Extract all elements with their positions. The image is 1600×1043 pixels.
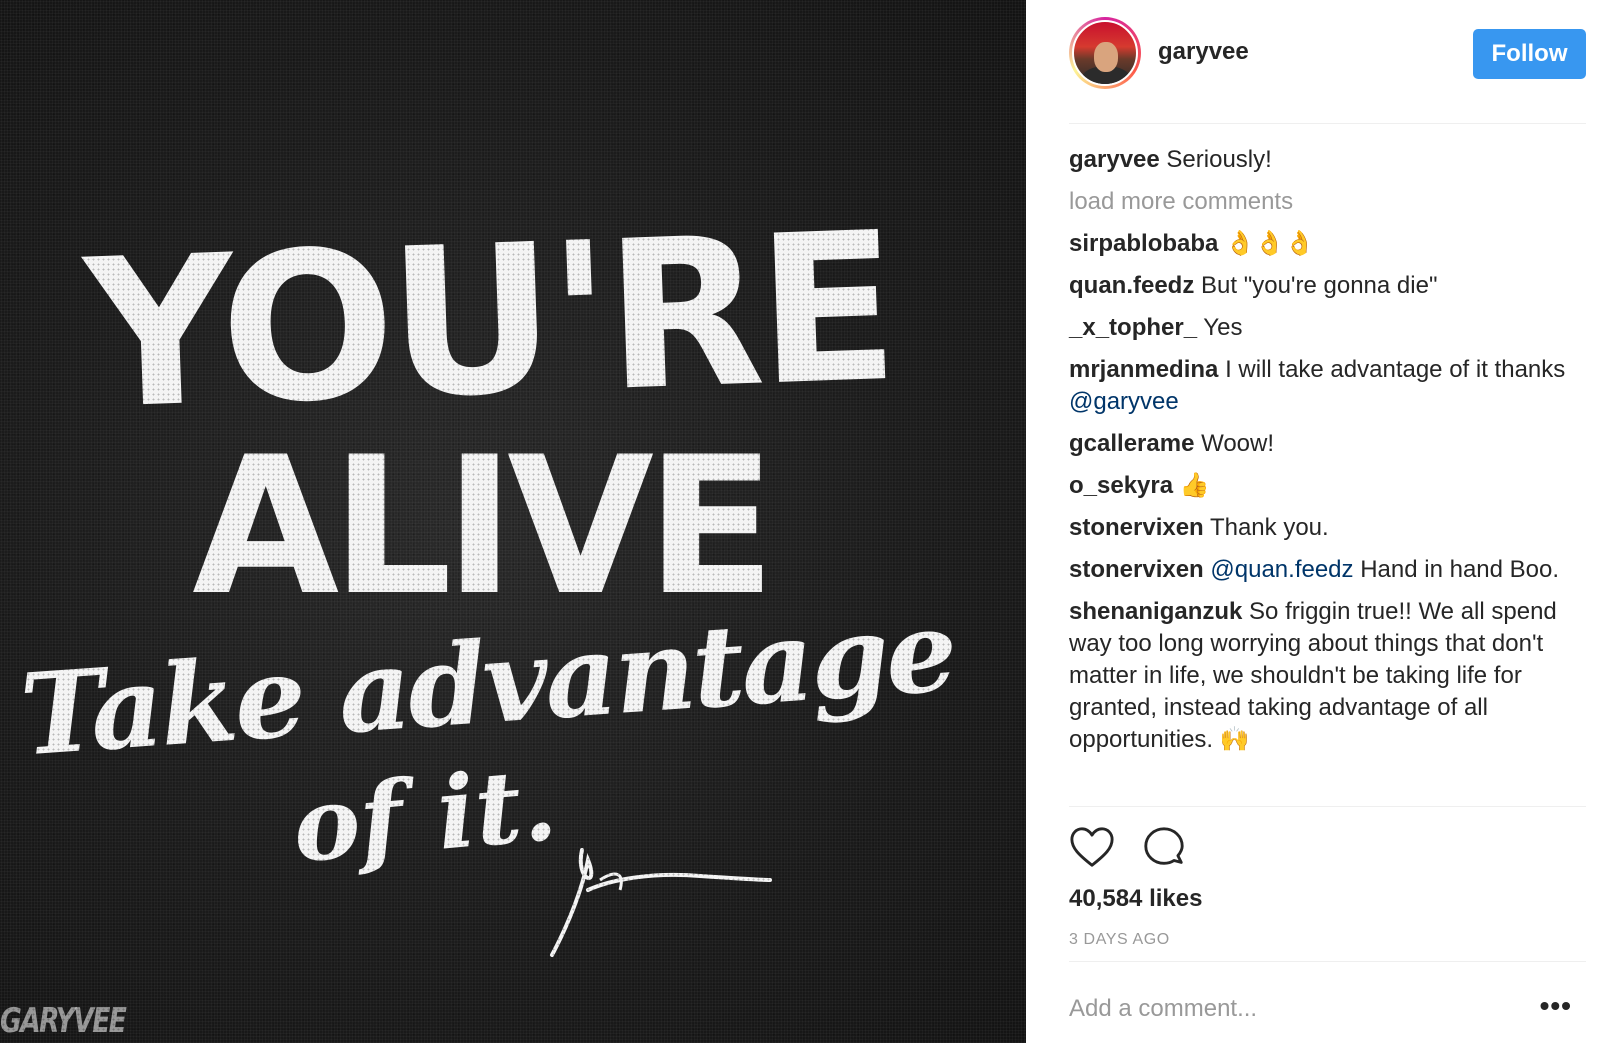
caption-username[interactable]: garyvee [1069,146,1160,173]
comment-text: 👍 [1179,472,1210,499]
comment-mention-link[interactable]: @quan.feedz [1210,556,1353,583]
comment-item: mrjanmedina I will take advantage of it … [1069,354,1585,418]
more-options-icon[interactable]: ••• [1540,990,1572,1022]
comment-mention-link[interactable]: @garyvee [1069,388,1179,415]
post-header: garyvee Follow [1069,16,1586,124]
comment-username[interactable]: _x_topher_ [1069,314,1197,341]
comment-item: o_sekyra 👍 [1069,470,1585,502]
watermark: GARYVEE [0,1001,127,1041]
post-details-panel: garyvee Follow garyvee Seriously! load m… [1026,0,1600,1043]
follow-button[interactable]: Follow [1473,29,1586,79]
heart-icon[interactable] [1069,825,1115,871]
comment-bubble-icon[interactable] [1141,825,1187,871]
comment-item: stonervixen Thank you. [1069,512,1585,544]
comment-text: I will take advantage of it thanks [1225,356,1566,383]
post-image[interactable]: YOU'RE ALIVE Take advantage of it. GARYV… [0,0,1026,1043]
comment-username[interactable]: stonervixen [1069,556,1204,583]
comment-text: Hand in hand Boo. [1360,556,1560,583]
caption-text: Seriously! [1166,146,1272,173]
signature-mark [550,848,772,957]
avatar[interactable] [1069,17,1141,89]
comment-text: Woow! [1201,430,1275,457]
likes-count[interactable]: 40,584 likes [1069,885,1202,913]
comment-username[interactable]: sirpablobaba [1069,230,1218,257]
add-comment-input[interactable]: Add a comment... [1069,995,1257,1023]
comment-item: shenaniganzuk So friggin true!! We all s… [1069,596,1585,756]
load-more-comments-link[interactable]: load more comments [1069,186,1585,218]
comment-text: Yes [1203,314,1243,341]
header-username[interactable]: garyvee [1158,38,1249,66]
post-actions: 40,584 likes 3 DAYS AGO [1069,806,1586,962]
post-timestamp[interactable]: 3 DAYS AGO [1069,931,1170,949]
comment-item: sirpablobaba 👌👌👌 [1069,228,1585,260]
quote-line-4: of it. [288,745,561,886]
caption: garyvee Seriously! [1069,144,1585,176]
comment-username[interactable]: mrjanmedina [1069,356,1218,383]
comment-item: stonervixen @quan.feedz Hand in hand Boo… [1069,554,1585,586]
comment-text: 👌👌👌 [1225,230,1315,257]
comment-item: _x_topher_ Yes [1069,312,1585,344]
comment-username[interactable]: quan.feedz [1069,272,1194,299]
comment-list: garyvee Seriously! load more comments si… [1069,144,1585,766]
comment-text: But "you're gonna die" [1201,272,1438,299]
comment-username[interactable]: o_sekyra [1069,472,1173,499]
comment-item: gcallerame Woow! [1069,428,1585,460]
quote-lettering: YOU'RE ALIVE Take advantage of it. [0,0,1026,1043]
comment-item: quan.feedz But "you're gonna die" [1069,270,1585,302]
comment-username[interactable]: shenaniganzuk [1069,598,1242,625]
comment-text: Thank you. [1209,514,1329,541]
comment-username[interactable]: stonervixen [1069,514,1204,541]
comment-username[interactable]: gcallerame [1069,430,1194,457]
